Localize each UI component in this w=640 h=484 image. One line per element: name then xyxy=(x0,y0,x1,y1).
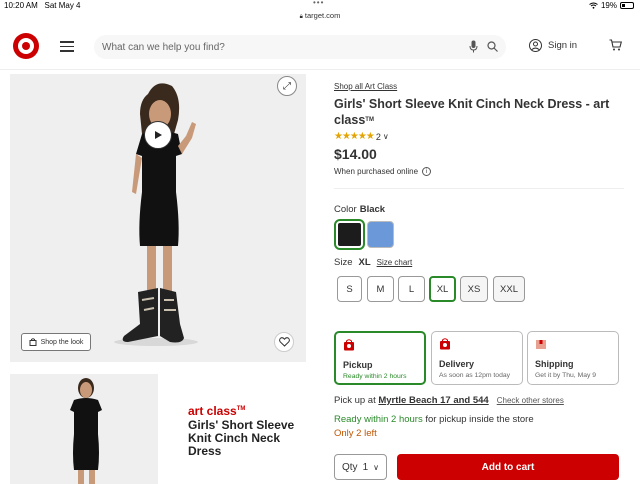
selected-size: XL xyxy=(358,257,371,268)
chevron-down-icon: ∨ xyxy=(382,132,389,141)
shipping-option[interactable]: Shipping Get it by Thu, May 9 xyxy=(527,331,619,385)
promo-brand: art classTM xyxy=(188,404,246,418)
product-title: Girls' Short Sleeve Knit Cinch Neck Dres… xyxy=(334,97,610,127)
add-to-cart-button[interactable]: Add to cart xyxy=(397,454,619,480)
delivery-subtitle: As soon as 12pm today xyxy=(439,372,511,379)
pickup-title: Pickup xyxy=(343,360,373,370)
search-icon[interactable] xyxy=(487,41,498,52)
product-price: $14.00 xyxy=(334,146,377,162)
size-option-xl[interactable]: XL xyxy=(429,276,456,302)
pickup-subtitle: Ready within 2 hours xyxy=(343,373,407,380)
color-label: Color Black xyxy=(334,204,386,215)
pickup-icon xyxy=(344,339,354,351)
shipping-title: Shipping xyxy=(535,359,574,369)
lock-icon: 🔒︎ xyxy=(299,14,303,20)
breadcrumb-link[interactable]: Shop all Art Class xyxy=(334,82,397,91)
selected-color: Black xyxy=(359,204,386,215)
product-thumbnail[interactable] xyxy=(10,374,158,484)
delivery-option[interactable]: Delivery As soon as 12pm today xyxy=(431,331,523,385)
shop-the-look-label: Shop the look xyxy=(40,338,84,346)
quantity-value: 1 xyxy=(362,461,369,473)
check-other-stores-link[interactable]: Check other stores xyxy=(497,396,564,405)
sign-in-label: Sign in xyxy=(548,40,578,51)
pickup-store-line: Pick up at Myrtle Beach 17 and 544 Check… xyxy=(334,395,564,406)
sign-in-button[interactable]: Sign in xyxy=(529,39,577,52)
delivery-title: Delivery xyxy=(439,359,475,369)
color-swatch-black[interactable] xyxy=(334,219,365,250)
main-product-image[interactable]: ⤢ Shop the look xyxy=(10,74,306,362)
battery-icon xyxy=(620,2,634,9)
size-option-xs[interactable]: XS xyxy=(460,276,488,302)
shop-the-look-button[interactable]: Shop the look xyxy=(21,333,91,351)
ready-status: Ready within 2 hours for pickup inside t… xyxy=(334,414,534,425)
size-option-s[interactable]: S xyxy=(337,276,362,302)
stock-status: Only 2 left xyxy=(334,428,377,439)
pickup-option[interactable]: Pickup Ready within 2 hours xyxy=(334,331,426,385)
shipping-box-icon xyxy=(536,340,546,349)
target-logo-icon[interactable] xyxy=(13,33,39,59)
url-text: target.com xyxy=(304,11,341,20)
play-video-icon[interactable] xyxy=(144,121,172,149)
status-right: 19% xyxy=(589,1,634,10)
info-icon[interactable]: i xyxy=(422,167,432,176)
store-name-link[interactable]: Myrtle Beach 17 and 544 xyxy=(378,395,488,406)
video-thumbnail[interactable]: art classTM Girls' Short Sleeve Knit Cin… xyxy=(158,374,306,484)
purchase-note: When purchased online i xyxy=(334,167,432,176)
menu-icon[interactable] xyxy=(60,41,74,52)
product-photo xyxy=(10,74,306,362)
size-option-xxl[interactable]: XXL xyxy=(493,276,525,302)
battery-percent: 19% xyxy=(600,1,617,10)
account-icon xyxy=(529,39,542,52)
size-label: Size XL Size chart xyxy=(334,257,413,268)
bag-icon xyxy=(29,338,37,346)
quantity-select[interactable]: Qty 1 ∨ xyxy=(334,454,387,480)
wifi-icon xyxy=(589,2,598,9)
site-header: Sign in xyxy=(0,24,640,70)
rating-count: 2 xyxy=(375,131,381,142)
size-chart-link[interactable]: Size chart xyxy=(377,258,413,267)
cart-icon[interactable] xyxy=(609,39,622,51)
shipping-subtitle: Get it by Thu, May 9 xyxy=(535,372,597,379)
microphone-icon[interactable] xyxy=(469,40,478,53)
divider xyxy=(334,188,624,189)
color-swatch-blue[interactable] xyxy=(367,221,394,248)
rating-summary[interactable]: ★★★★★ 2 ∨ xyxy=(334,131,389,142)
chevron-down-icon: ∨ xyxy=(373,462,379,472)
search-bar xyxy=(94,35,506,59)
delivery-icon xyxy=(440,338,450,350)
more-dots-icon[interactable]: ••• xyxy=(313,0,324,7)
promo-text: Girls' Short Sleeve Knit Cinch Neck Dres… xyxy=(188,418,295,458)
status-time: 10:20 AM Sat May 4 xyxy=(4,1,81,10)
expand-icon[interactable]: ⤢ xyxy=(277,76,297,96)
size-option-l[interactable]: L xyxy=(398,276,425,302)
rating-stars-icon: ★★★★★ xyxy=(334,131,375,142)
size-option-m[interactable]: M xyxy=(367,276,394,302)
favorite-heart-icon[interactable] xyxy=(274,332,294,352)
url-bar[interactable]: 🔒︎ target.com xyxy=(0,11,640,23)
thumbnail-photo xyxy=(10,374,158,484)
search-input[interactable] xyxy=(102,39,452,55)
